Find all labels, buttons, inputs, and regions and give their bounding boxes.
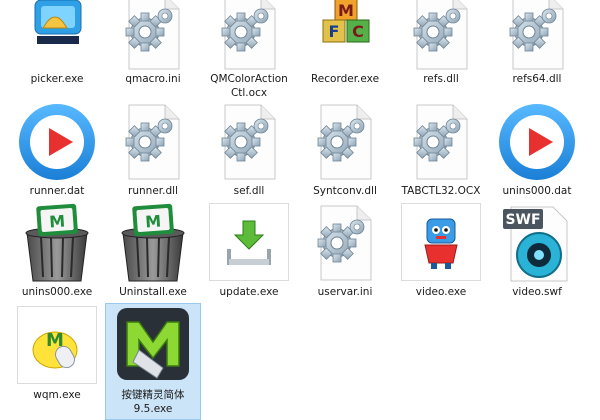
settings-file-icon — [113, 102, 193, 182]
file-name: Syntconv.dll — [313, 185, 377, 197]
file-runner-dat[interactable]: runner.dat — [12, 102, 102, 198]
file-name: unins000.dat — [502, 185, 572, 197]
file-name: TABCTL32.OCX — [401, 185, 481, 197]
file-qmcoloractionctl-ocx[interactable]: QMColorActionCtl.ocx — [204, 0, 294, 100]
file-update-exe[interactable]: update.exe — [204, 203, 294, 299]
settings-file-icon — [305, 203, 385, 283]
file-name: refs.dll — [423, 73, 459, 85]
settings-file-icon — [401, 102, 481, 182]
file-refs-dll[interactable]: refs.dll — [396, 0, 486, 86]
file-qmacro-ini[interactable]: qmacro.ini — [108, 0, 198, 86]
qm-anjian-logo-icon — [113, 306, 193, 386]
file-name: Recorder.exe — [310, 73, 380, 85]
file-sef-dll[interactable]: sef.dll — [204, 102, 294, 198]
play-button-icon — [17, 102, 97, 182]
file-name: video.swf — [512, 286, 562, 298]
file-name: uservar.ini — [317, 286, 373, 298]
file-wqm-exe[interactable]: M wqm.exe — [12, 306, 102, 402]
file-name: picker.exe — [30, 73, 84, 85]
picker-exe-icon — [17, 0, 97, 72]
file-syntconv-dll[interactable]: Syntconv.dll — [300, 102, 390, 198]
file-name: qmacro.ini — [125, 73, 181, 85]
file-tabctl32-ocx[interactable]: TABCTL32.OCX — [396, 102, 486, 198]
file-picker-exe[interactable]: picker.exe — [12, 0, 102, 86]
play-button-icon — [497, 102, 577, 182]
file-uservar-ini[interactable]: uservar.ini — [300, 203, 390, 299]
file-unins000-dat[interactable]: unins000.dat — [492, 102, 582, 198]
file-name: unins000.exe — [21, 286, 93, 298]
settings-file-icon — [497, 0, 577, 72]
settings-file-icon — [209, 102, 289, 182]
download-tray-icon — [209, 203, 289, 283]
file-anjian-jingling-exe[interactable]: 按键精灵简体9.5.exe — [105, 303, 201, 420]
file-runner-dll[interactable]: runner.dll — [108, 102, 198, 198]
file-refs64-dll[interactable]: refs64.dll — [492, 0, 582, 86]
file-unins000-exe[interactable]: unins000.exe — [12, 203, 102, 299]
svg-text:SWF: SWF — [505, 212, 540, 228]
file-name: video.exe — [415, 286, 467, 298]
swf-file-icon: SWF — [497, 203, 577, 283]
svg-text:C: C — [352, 22, 364, 41]
file-name: runner.dat — [29, 185, 85, 197]
settings-file-icon — [305, 102, 385, 182]
file-name: refs64.dll — [512, 73, 562, 85]
settings-file-icon — [113, 0, 193, 72]
svg-text:M: M — [338, 1, 354, 20]
file-name: 按键精灵简体9.5.exe — [121, 389, 185, 415]
file-name: QMColorActionCtl.ocx — [210, 73, 288, 99]
trash-can-icon — [17, 203, 97, 283]
file-name: update.exe — [219, 286, 279, 298]
file-name: Uninstall.exe — [119, 286, 187, 298]
svg-text:F: F — [329, 22, 340, 41]
settings-file-icon — [401, 0, 481, 72]
file-name: sef.dll — [233, 185, 265, 197]
file-recorder-exe[interactable]: M F C Recorder.exe — [300, 0, 390, 86]
wqm-mouse-icon: M — [17, 306, 97, 386]
file-video-swf[interactable]: SWF video.swf — [492, 203, 582, 299]
trash-can-icon — [113, 203, 193, 283]
settings-file-icon — [209, 0, 289, 72]
file-name: wqm.exe — [33, 389, 81, 401]
file-video-exe[interactable]: video.exe — [396, 203, 486, 299]
recorder-blocks-icon: M F C — [305, 0, 385, 72]
robot-video-icon — [401, 203, 481, 283]
file-name: runner.dll — [128, 185, 178, 197]
file-uninstall-exe[interactable]: Uninstall.exe — [108, 203, 198, 299]
